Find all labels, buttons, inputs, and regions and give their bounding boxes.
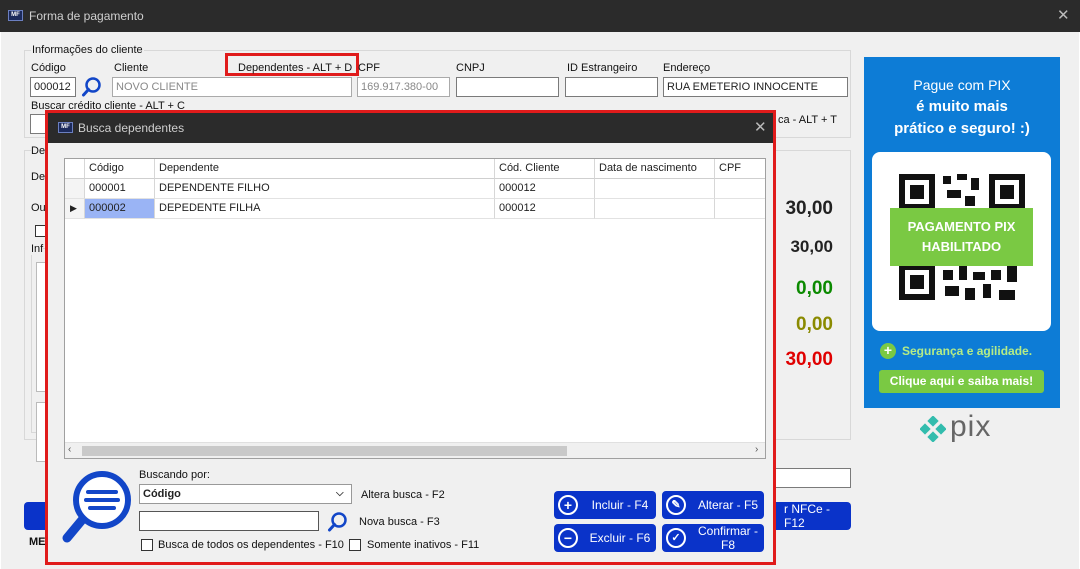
app-logo-icon: MF — [8, 10, 23, 21]
endereco-input[interactable]: RUA EMETERIO INNOCENTE — [663, 77, 848, 97]
table-row-dependente[interactable]: DEPEDENTE FILHA — [155, 199, 495, 219]
table-row-cpf[interactable] — [715, 199, 765, 219]
busca-todos-checkbox[interactable] — [141, 539, 153, 551]
excluir-label: Excluir - F6 — [589, 531, 651, 545]
pix-badge-line1: PAGAMENTO PIX — [907, 219, 1016, 234]
pix-logo-icon — [919, 415, 947, 443]
pix-ad-line1: Pague com PIX — [913, 77, 1011, 93]
payment-de-label: De — [31, 171, 46, 183]
buscando-por-value: Código — [143, 488, 181, 500]
dialog-logo-icon: MF — [58, 122, 73, 133]
buscando-por-select[interactable]: Código ⌵ — [139, 484, 352, 504]
payment-ou-label: Ou — [31, 202, 46, 214]
cliente-label: Cliente — [114, 62, 149, 74]
chevron-down-icon: ⌵ — [336, 488, 344, 499]
alterar-label: Alterar - F5 — [697, 498, 758, 512]
info-subgroup-label: Inf — [31, 243, 44, 255]
cnpj-input[interactable] — [456, 77, 559, 97]
codigo-input[interactable]: 000012 — [30, 77, 76, 97]
grid-header-cpf[interactable]: CPF — [715, 159, 765, 179]
codigo-label: Código — [31, 62, 66, 74]
nova-busca-label[interactable]: Nova busca - F3 — [359, 516, 440, 528]
confirmar-label: Confirmar - F8 — [697, 524, 758, 552]
table-row-cod-cliente[interactable]: 000012 — [495, 179, 595, 199]
grid-header-dependente[interactable]: Dependente — [155, 159, 495, 179]
id-estrangeiro-input[interactable] — [565, 77, 658, 97]
scroll-left-icon[interactable]: ‹ — [68, 444, 71, 455]
row-indicator[interactable] — [65, 179, 85, 199]
altera-busca-label[interactable]: Altera busca - F2 — [361, 489, 445, 501]
partial-shortcut-label[interactable]: ca - ALT + T — [778, 114, 837, 126]
table-row-cod-cliente[interactable]: 000012 — [495, 199, 595, 219]
grid-header-cod-cliente[interactable]: Cód. Cliente — [495, 159, 595, 179]
pix-ad-banner[interactable]: Pague com PIX é muito mais prático e seg… — [864, 57, 1060, 408]
pix-qr-card: PAGAMENTO PIX HABILITADO — [872, 152, 1051, 331]
pix-ad-line2: é muito mais — [916, 98, 1008, 115]
cliente-input[interactable]: NOVO CLIENTE — [112, 77, 352, 97]
table-row-codigo[interactable]: 000001 — [85, 179, 155, 199]
grid-header-data-nascimento[interactable]: Data de nascimento — [595, 159, 715, 179]
somente-inativos-checkbox[interactable] — [349, 539, 361, 551]
search-magnifier-icon — [62, 468, 134, 546]
table-row-codigo[interactable]: 000002 — [85, 199, 155, 219]
payment-group-label: De — [31, 145, 46, 157]
me-label: ME — [29, 536, 46, 548]
bottom-input[interactable] — [770, 468, 851, 488]
cpf-input[interactable]: 169.917.380-00 — [357, 77, 450, 97]
table-row-nascimento[interactable] — [595, 179, 715, 199]
alterar-button[interactable]: ✎ Alterar - F5 — [662, 491, 764, 519]
pix-cta-button[interactable]: Clique aqui e saiba mais! — [879, 370, 1044, 393]
plus-icon: + — [558, 495, 578, 515]
busca-dependentes-dialog: MF Busca dependentes ✕ Código Dependente… — [45, 110, 776, 565]
cnpj-label: CNPJ — [456, 62, 485, 74]
emitir-nfce-button[interactable]: r NFCe - F12 — [770, 502, 851, 530]
client-info-group-label: Informações do cliente — [31, 44, 144, 56]
main-window-title: Forma de pagamento — [29, 9, 144, 23]
pix-security-text: Segurança e agilidade. — [902, 344, 1033, 358]
busca-todos-label[interactable]: Busca de todos os dependentes - F10 — [158, 539, 344, 551]
minus-icon: − — [558, 528, 578, 548]
search-input[interactable] — [139, 511, 319, 531]
dialog-close-icon[interactable]: ✕ — [754, 118, 767, 136]
table-row-cpf[interactable] — [715, 179, 765, 199]
dialog-titlebar: MF Busca dependentes ✕ — [48, 113, 773, 143]
horizontal-scrollbar[interactable]: ‹ › — [65, 442, 765, 458]
somente-inativos-label[interactable]: Somente inativos - F11 — [367, 539, 479, 551]
incluir-label: Incluir - F4 — [591, 498, 649, 512]
grid-header-codigo[interactable]: Código — [85, 159, 155, 179]
main-titlebar: MF Forma de pagamento ✕ — [0, 0, 1080, 32]
endereco-label: Endereço — [663, 62, 711, 74]
confirmar-button[interactable]: ✓ Confirmar - F8 — [662, 524, 764, 552]
client-search-icon[interactable] — [81, 76, 103, 98]
scroll-right-icon[interactable]: › — [755, 444, 758, 455]
table-row-dependente[interactable]: DEPENDENTE FILHO — [155, 179, 495, 199]
scrollbar-thumb[interactable] — [82, 446, 567, 456]
search-icon[interactable] — [327, 511, 349, 533]
buscando-por-label: Buscando por: — [139, 469, 210, 481]
dependents-grid[interactable]: Código Dependente Cód. Cliente Data de n… — [64, 158, 766, 459]
table-row-nascimento[interactable] — [595, 199, 715, 219]
dependentes-shortcut-label[interactable]: Dependentes - ALT + D — [238, 62, 352, 74]
pix-enabled-badge: PAGAMENTO PIX HABILITADO — [890, 208, 1033, 266]
check-icon: ✓ — [666, 528, 686, 548]
pix-ad-line3: prático e seguro! :) — [894, 120, 1030, 137]
edit-pencil-icon: ✎ — [666, 495, 686, 515]
selected-row-arrow-icon[interactable]: ▶ — [65, 199, 85, 219]
pix-logo-text: pix — [950, 410, 992, 443]
dialog-title: Busca dependentes — [78, 121, 185, 135]
excluir-button[interactable]: − Excluir - F6 — [554, 524, 656, 552]
pix-badge-line2: HABILITADO — [921, 239, 1002, 254]
id-estrangeiro-label: ID Estrangeiro — [567, 62, 638, 74]
plus-circle-icon: + — [880, 343, 896, 359]
cpf-label: CPF — [358, 62, 380, 74]
grid-rows-area: Código Dependente Cód. Cliente Data de n… — [65, 159, 765, 220]
incluir-button[interactable]: + Incluir - F4 — [554, 491, 656, 519]
main-close-icon[interactable]: ✕ — [1057, 6, 1070, 24]
grid-row-indicator-header — [65, 159, 85, 179]
